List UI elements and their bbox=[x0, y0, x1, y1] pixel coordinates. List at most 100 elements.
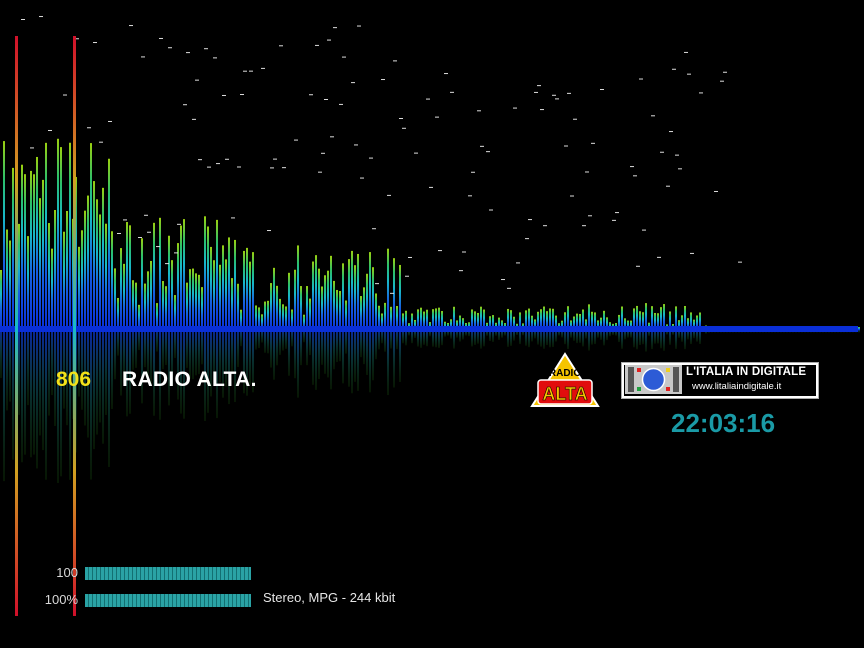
waveform-reflection-bar bbox=[483, 330, 485, 347]
waveform-reflection-bar bbox=[474, 330, 476, 345]
waveform-reflection-bar bbox=[399, 330, 401, 383]
waveform-reflection-bar bbox=[297, 330, 299, 398]
waveform-bar bbox=[78, 246, 80, 330]
peak-marker bbox=[738, 261, 742, 263]
waveform-bar bbox=[198, 274, 200, 330]
waveform-reflection-bar bbox=[36, 330, 38, 469]
waveform-bar bbox=[645, 303, 647, 330]
waveform-bar bbox=[141, 238, 143, 330]
peak-marker bbox=[414, 152, 418, 154]
waveform-bar bbox=[306, 286, 308, 330]
peak-marker bbox=[240, 94, 244, 96]
waveform-reflection-bar bbox=[240, 330, 242, 347]
waveform-reflection-bar bbox=[300, 330, 302, 366]
peak-marker bbox=[393, 60, 397, 62]
peak-marker bbox=[633, 175, 637, 177]
peak-marker bbox=[147, 231, 151, 233]
peak-marker bbox=[678, 168, 682, 170]
waveform-bar bbox=[126, 222, 128, 330]
waveform-bar bbox=[309, 298, 311, 330]
waveform-bar bbox=[132, 280, 134, 330]
waveform-bar bbox=[90, 143, 92, 330]
waveform-reflection-bar bbox=[51, 330, 53, 396]
peak-marker bbox=[390, 292, 394, 294]
volume-bar[interactable] bbox=[85, 567, 251, 580]
waveform-reflection-bar bbox=[546, 330, 548, 346]
waveform-reflection-bar bbox=[30, 330, 32, 458]
waveform-reflection-bar bbox=[363, 330, 365, 365]
waveform-reflection-bar bbox=[42, 330, 44, 451]
waveform-reflection-bar bbox=[387, 330, 389, 396]
peak-marker bbox=[399, 118, 403, 120]
waveform-reflection-bar bbox=[417, 330, 419, 347]
waveform-bar bbox=[18, 223, 20, 330]
peak-marker bbox=[723, 71, 727, 73]
waveform-bar bbox=[99, 214, 101, 330]
waveform-bar bbox=[189, 269, 191, 330]
waveform-bar bbox=[42, 179, 44, 330]
waveform-reflection-bar bbox=[114, 330, 116, 380]
waveform-bar bbox=[54, 210, 56, 330]
vu-meter-channel bbox=[15, 36, 18, 616]
waveform-reflection-bar bbox=[588, 330, 590, 351]
peak-marker bbox=[225, 158, 229, 160]
waveform-bar bbox=[336, 289, 338, 330]
italia-digitale-title: L'ITALIA IN DIGITALE bbox=[686, 366, 807, 378]
waveform-bar bbox=[246, 247, 248, 330]
waveform-reflection-bar bbox=[264, 330, 266, 353]
waveform-bar bbox=[81, 230, 83, 330]
waveform-bar bbox=[372, 267, 374, 330]
waveform-bar bbox=[6, 229, 8, 330]
waveform-bar bbox=[330, 255, 332, 330]
peak-marker bbox=[144, 214, 148, 216]
peak-marker bbox=[639, 78, 643, 80]
waveform-reflection-bar bbox=[93, 330, 95, 450]
waveform-bar bbox=[144, 283, 146, 330]
peak-marker bbox=[330, 136, 334, 138]
waveform-reflection-bar bbox=[285, 330, 287, 349]
peak-marker bbox=[402, 127, 406, 129]
waveform-bar bbox=[297, 245, 299, 330]
waveform-reflection-bar bbox=[0, 330, 2, 379]
peak-marker bbox=[192, 118, 196, 120]
peak-marker bbox=[375, 283, 379, 285]
waveform-bar bbox=[231, 278, 233, 330]
peak-marker bbox=[183, 104, 187, 106]
peak-marker bbox=[327, 39, 331, 41]
waveform-reflection-bar bbox=[669, 330, 671, 345]
waveform-reflection-bar bbox=[279, 330, 281, 355]
peak-marker bbox=[657, 256, 661, 258]
peak-marker bbox=[156, 246, 160, 248]
balance-bar[interactable] bbox=[85, 594, 251, 607]
peak-marker bbox=[588, 215, 592, 217]
peak-marker bbox=[198, 159, 202, 161]
waveform-bar bbox=[300, 286, 302, 330]
waveform-bar bbox=[222, 245, 224, 330]
waveform-reflection-bar bbox=[663, 330, 665, 351]
peak-marker bbox=[690, 252, 694, 254]
peak-marker bbox=[651, 115, 655, 117]
waveform-reflection-bar bbox=[105, 330, 107, 416]
waveform-bar bbox=[315, 255, 317, 330]
waveform-reflection-bar bbox=[636, 330, 638, 350]
waveform-reflection-bar bbox=[315, 330, 317, 390]
peak-marker bbox=[573, 118, 577, 120]
waveform-bar bbox=[219, 264, 221, 330]
waveform-reflection-bar bbox=[336, 330, 338, 363]
peak-marker bbox=[354, 144, 358, 146]
waveform-reflection-bar bbox=[294, 330, 296, 379]
audio-visualizer bbox=[0, 16, 860, 616]
waveform-reflection-bar bbox=[375, 330, 377, 360]
peak-marker bbox=[660, 151, 664, 153]
waveform-bar bbox=[63, 231, 65, 330]
peak-marker bbox=[213, 57, 217, 59]
waveform-bar bbox=[39, 198, 41, 330]
waveform-bar bbox=[342, 263, 344, 330]
waveform-bar bbox=[201, 287, 203, 330]
waveform-reflection-bar bbox=[372, 330, 374, 381]
waveform-reflection-bar bbox=[525, 330, 527, 346]
waveform-reflection-bar bbox=[144, 330, 146, 368]
italia-digitale-url: www.litaliaindigitale.it bbox=[692, 381, 782, 392]
peak-marker bbox=[471, 171, 475, 173]
peak-marker bbox=[243, 70, 247, 72]
